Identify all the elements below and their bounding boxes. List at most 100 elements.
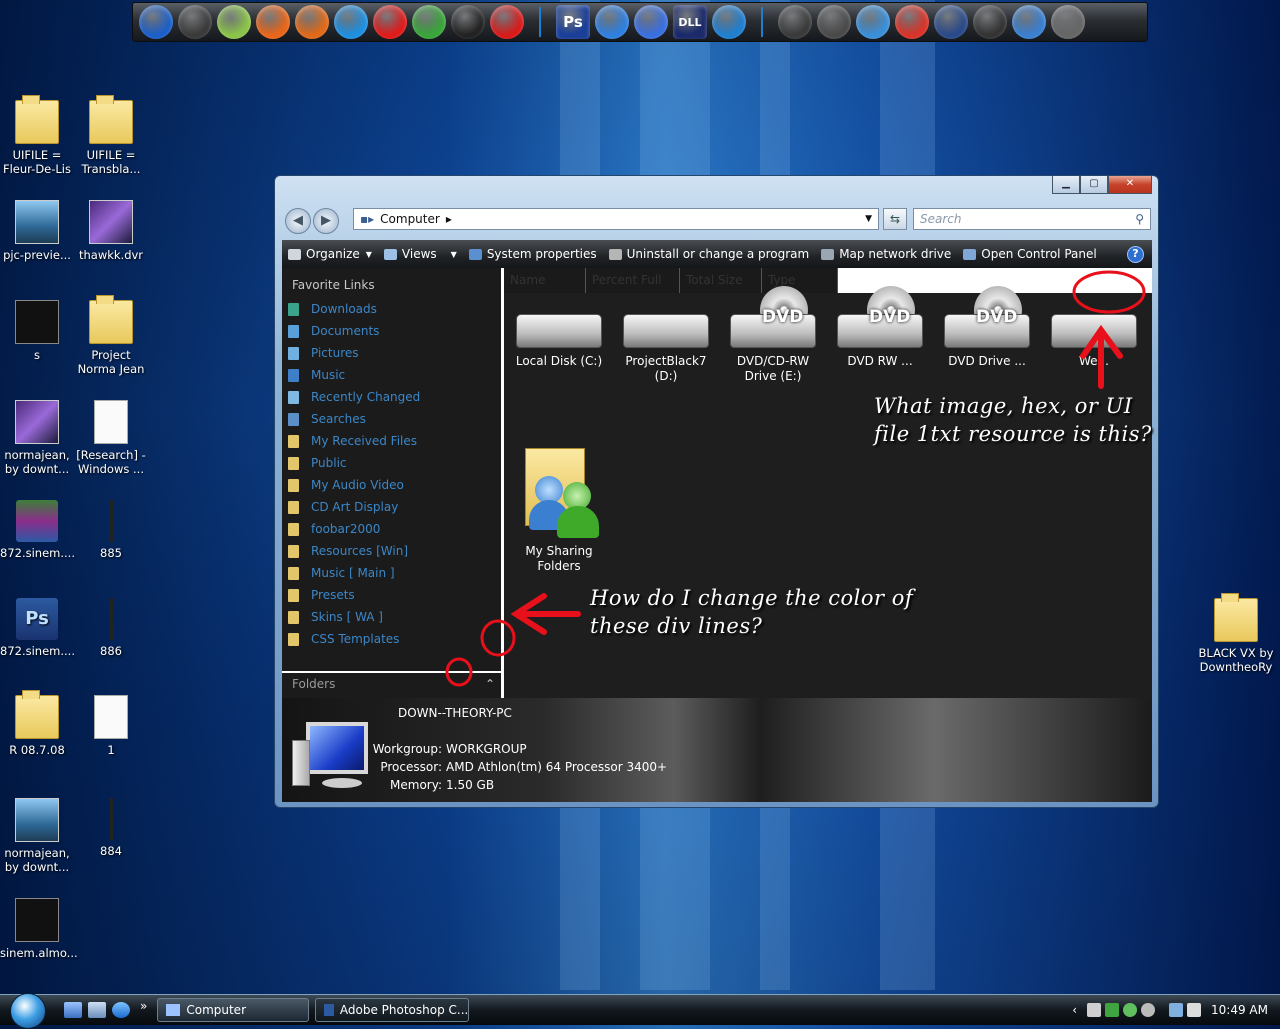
- desktop-icon[interactable]: 885: [74, 500, 148, 560]
- guitar-icon[interactable]: [973, 5, 1007, 39]
- system-properties-button[interactable]: System properties: [463, 247, 603, 261]
- favorite-link[interactable]: My Audio Video: [282, 474, 501, 496]
- vuze-icon[interactable]: [412, 5, 446, 39]
- network-icon[interactable]: [1169, 1003, 1184, 1017]
- desktop-icon[interactable]: sinem.almo...: [0, 898, 78, 960]
- address-bar[interactable]: ▪▸ Computer ▸ ▼: [353, 208, 879, 230]
- desktop-icon[interactable]: UIFILE = Transbla...: [74, 95, 148, 176]
- drive-item[interactable]: ProjectBlack7 (D:): [616, 298, 716, 384]
- photoshop-icon[interactable]: Ps: [556, 5, 590, 39]
- uninstall-program-button[interactable]: Uninstall or change a program: [603, 247, 816, 261]
- drive-item[interactable]: My Sharing Folders: [509, 448, 609, 574]
- desktop-icon[interactable]: 884: [74, 798, 148, 858]
- breadcrumb-arrow-icon[interactable]: ▸: [446, 212, 452, 226]
- forward-button[interactable]: ▶: [313, 208, 339, 234]
- close-button[interactable]: ✕: [1108, 176, 1152, 194]
- favorite-link[interactable]: CD Art Display: [282, 496, 501, 518]
- desktop-icon[interactable]: pjc-previe...: [0, 200, 74, 262]
- desktop-icon[interactable]: Project Norma Jean: [74, 295, 148, 376]
- monitor-icon[interactable]: [934, 5, 968, 39]
- back-button[interactable]: ◀: [285, 208, 311, 234]
- desktop-icon[interactable]: 872.sinem....: [0, 500, 75, 560]
- desktop-icon-black-vx[interactable]: BLACK VX by DowntheoRy: [1198, 593, 1274, 674]
- desktop-icon[interactable]: s: [0, 300, 74, 362]
- favorite-link[interactable]: foobar2000: [282, 518, 501, 540]
- opera-icon[interactable]: [373, 5, 407, 39]
- steam-icon[interactable]: [451, 5, 485, 39]
- keyboard-icon[interactable]: [178, 5, 212, 39]
- shield-icon[interactable]: [1087, 1003, 1102, 1017]
- taskbar-button-photoshop[interactable]: Adobe Photoshop C...: [315, 998, 470, 1022]
- desktop-icon[interactable]: [Research] - Windows ...: [74, 400, 148, 476]
- flame-icon[interactable]: [256, 5, 290, 39]
- desktop-icon[interactable]: 886: [74, 598, 148, 658]
- column-header-name[interactable]: Name: [504, 268, 586, 293]
- map-network-drive-button[interactable]: Map network drive: [815, 247, 957, 261]
- ie-icon[interactable]: [334, 5, 368, 39]
- clock[interactable]: 10:49 AM: [1211, 1003, 1268, 1017]
- minimize-button[interactable]: ▁: [1052, 176, 1080, 194]
- vuze-tray-icon[interactable]: [1123, 1003, 1138, 1017]
- firefox-icon[interactable]: [295, 5, 329, 39]
- desktop-icon[interactable]: Ps 872.sinem....: [0, 598, 75, 658]
- download-icon[interactable]: [490, 5, 524, 39]
- refresh-button[interactable]: ⇆: [883, 208, 907, 230]
- explorer-window[interactable]: ▁ ▢ ✕ ◀ ▶ ▪▸ Computer ▸ ▼ ⇆ Search ⚲ Org…: [274, 175, 1159, 808]
- favorite-link[interactable]: My Received Files: [282, 430, 501, 452]
- favorite-link[interactable]: Pictures: [282, 342, 501, 364]
- quicklaunch-chevron-icon[interactable]: »: [140, 999, 147, 1013]
- drive-item[interactable]: We...: [1044, 298, 1144, 369]
- switch-windows-icon[interactable]: [88, 1002, 106, 1018]
- trash-icon[interactable]: [1051, 5, 1085, 39]
- app-tray-icon[interactable]: [1141, 1003, 1156, 1017]
- mario-icon[interactable]: [895, 5, 929, 39]
- pen-icon[interactable]: [217, 5, 251, 39]
- show-desktop-icon[interactable]: [64, 1002, 82, 1018]
- skull-icon[interactable]: [778, 5, 812, 39]
- column-header-percent-full[interactable]: Percent Full: [586, 268, 680, 293]
- favorite-link[interactable]: Recently Changed: [282, 386, 501, 408]
- tray-expand-icon[interactable]: ‹: [1072, 1003, 1077, 1017]
- cube-icon[interactable]: [595, 5, 629, 39]
- desktop-icon[interactable]: thawkk.dvr: [74, 200, 148, 262]
- cursor-icon[interactable]: [634, 5, 668, 39]
- favorite-link[interactable]: Music: [282, 364, 501, 386]
- favorite-link[interactable]: Presets: [282, 584, 501, 606]
- media-play-icon[interactable]: [139, 5, 173, 39]
- address-dropdown-icon[interactable]: ▼: [865, 214, 872, 224]
- screen-icon[interactable]: [1012, 5, 1046, 39]
- favorite-link[interactable]: Resources [Win]: [282, 540, 501, 562]
- favorite-link[interactable]: Searches: [282, 408, 501, 430]
- messenger-icon[interactable]: [1105, 1003, 1120, 1017]
- open-control-panel-button[interactable]: Open Control Panel: [957, 247, 1102, 261]
- views-menu[interactable]: Views ▼: [378, 247, 463, 261]
- chat-icon[interactable]: [712, 5, 746, 39]
- desktop-icon[interactable]: normajean, by downt...: [0, 798, 74, 874]
- column-header-total-size[interactable]: Total Size: [680, 268, 762, 293]
- feather-icon[interactable]: [856, 5, 890, 39]
- help-button[interactable]: ?: [1127, 245, 1144, 263]
- desktop-icon[interactable]: 1: [74, 695, 148, 757]
- folders-bar[interactable]: Folders ⌃: [282, 671, 501, 696]
- volume-icon[interactable]: [1187, 1003, 1202, 1017]
- favorite-link[interactable]: CSS Templates: [282, 628, 501, 650]
- favorite-link[interactable]: Public: [282, 452, 501, 474]
- ie-quicklaunch-icon[interactable]: [112, 1002, 130, 1018]
- taskbar-button-computer[interactable]: Computer: [157, 998, 310, 1022]
- start-button[interactable]: [0, 993, 46, 1029]
- chevron-up-icon[interactable]: ⌃: [485, 673, 495, 695]
- drive-item[interactable]: DVD DVD RW ...: [830, 286, 930, 369]
- favorite-link[interactable]: Music [ Main ]: [282, 562, 501, 584]
- organize-menu[interactable]: Organize ▼: [282, 247, 378, 261]
- favorite-link[interactable]: Documents: [282, 320, 501, 342]
- desktop-icon[interactable]: UIFILE = Fleur-De-Lis: [0, 95, 74, 176]
- drive-item[interactable]: DVD DVD/CD-RW Drive (E:): [723, 286, 823, 384]
- search-icon[interactable]: ⚲: [1135, 209, 1144, 229]
- robot-icon[interactable]: [817, 5, 851, 39]
- desktop-icon[interactable]: normajean, by downt...: [0, 400, 74, 476]
- dll-icon[interactable]: DLL: [673, 5, 707, 39]
- favorite-link[interactable]: Skins [ WA ]: [282, 606, 501, 628]
- desktop-icon[interactable]: R 08.7.08: [0, 690, 74, 757]
- drive-item[interactable]: DVD DVD Drive ...: [937, 286, 1037, 369]
- favorite-link[interactable]: Downloads: [282, 298, 501, 320]
